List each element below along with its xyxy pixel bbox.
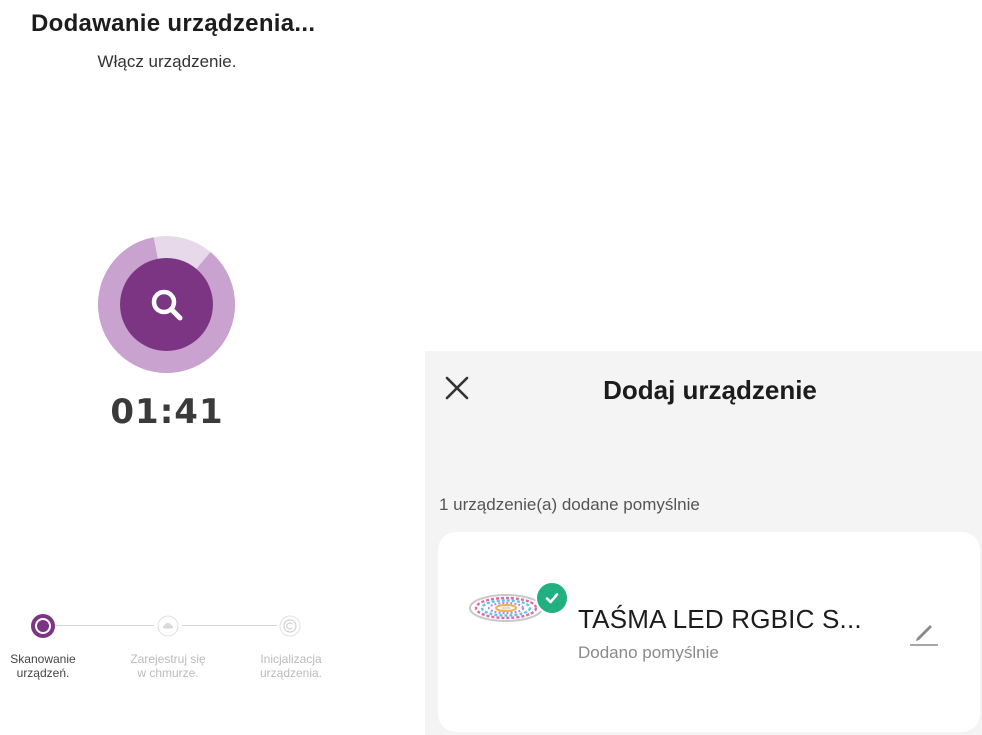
check-icon [535,581,569,615]
scan-step-icon [31,614,55,638]
device-status: Dodano pomyślnie [578,643,719,662]
cloud-icon [157,615,179,637]
initialize-icon [279,615,301,637]
page-subtitle: Włącz urządzenie. [97,52,237,71]
success-message: 1 urządzenie(a) dodane pomyślnie [439,495,700,514]
panel-title: Dodaj urządzenie [603,375,817,405]
scan-indicator [98,236,235,373]
step-label-initialize: Inicjalizacja urządzenia. [259,652,323,680]
countdown-timer: 01:41 [110,392,224,432]
device-card[interactable]: TAŚMA LED RGBIC S... Dodano pomyślnie [438,532,980,732]
search-icon [151,289,182,320]
add-device-panel: Dodaj urządzenie 1 urządzenie(a) dodane … [425,351,982,735]
step-label-scan: Skanowanie urządzeń. [10,652,76,680]
device-name: TAŚMA LED RGBIC S... [578,604,862,634]
scan-circle [120,258,213,351]
step-connector [182,625,277,626]
edit-icon[interactable] [908,616,940,648]
step-connector [56,625,154,626]
page-title: Dodawanie urządzenia... [31,10,316,37]
step-label-cloud: Zarejestruj się w chmurze. [130,652,206,680]
